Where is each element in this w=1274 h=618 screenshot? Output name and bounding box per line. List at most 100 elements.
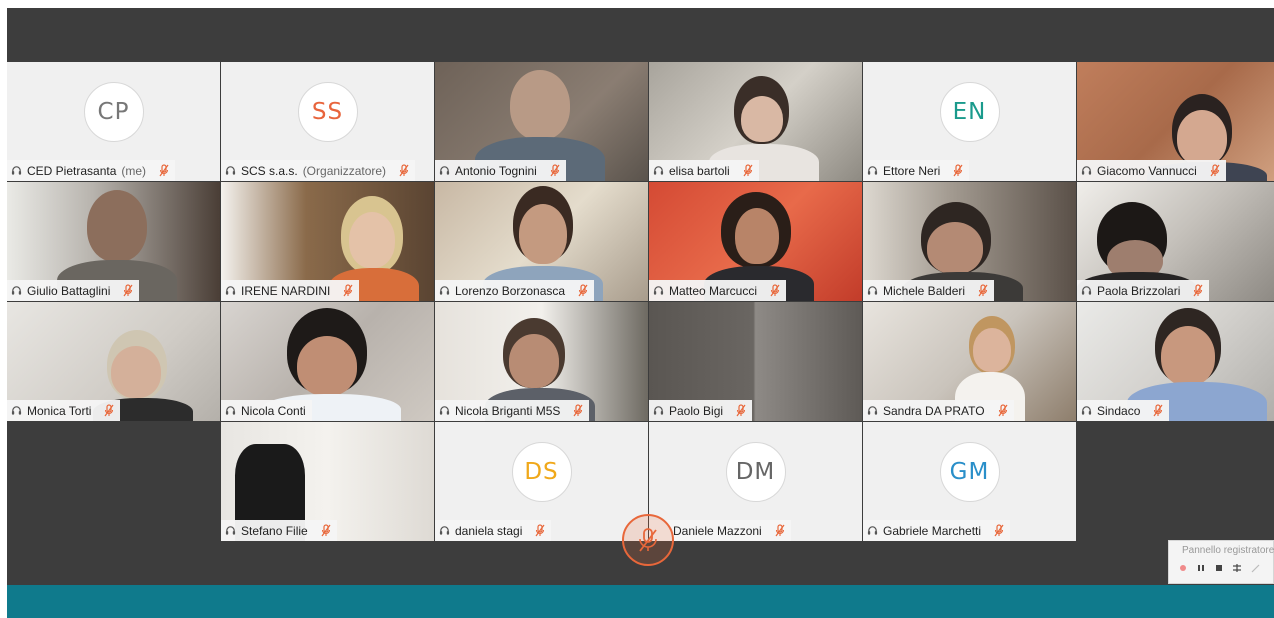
- participant-name-tag: Ettore Neri: [863, 160, 970, 181]
- participant-name-tag: Sindaco: [1077, 400, 1170, 421]
- participant-tile[interactable]: Matteo Marcucci: [649, 182, 862, 301]
- participant-tile[interactable]: Antonio Tognini: [435, 62, 648, 181]
- mute-toggle-button[interactable]: [622, 514, 674, 566]
- participant-name: Antonio Tognini: [455, 163, 537, 178]
- participant-name-tag: Sandra DA PRATO: [863, 400, 1014, 421]
- participant-tile[interactable]: Giulio Battaglini: [7, 182, 220, 301]
- headset-icon: [439, 526, 450, 535]
- participant-name-tag: Monica Torti: [7, 400, 121, 421]
- headset-icon: [439, 406, 450, 415]
- mic-off-icon: [343, 284, 353, 297]
- mic-off-icon: [321, 524, 331, 537]
- participant-tile[interactable]: Stefano Filie: [221, 422, 434, 541]
- participant-name-tag: Gabriele Marchetti: [863, 520, 1011, 541]
- participant-name-tag: SCS s.a.s. (Organizzatore): [221, 160, 416, 181]
- mic-off-icon: [573, 404, 583, 417]
- headset-icon: [867, 286, 878, 295]
- headset-icon: [653, 286, 664, 295]
- participant-name-tag: IRENE NARDINI: [221, 280, 360, 301]
- mic-off-icon: [535, 524, 545, 537]
- participant-name: elisa bartoli: [669, 163, 730, 178]
- participant-name: Paola Brizzolari: [1097, 283, 1181, 298]
- participant-name-tag: Paola Brizzolari: [1077, 280, 1210, 301]
- participant-name-tag: Michele Balderi: [863, 280, 995, 301]
- participant-tile[interactable]: DS daniela stagi: [435, 422, 648, 541]
- record-icon: [1180, 565, 1186, 571]
- participant-tile[interactable]: Paola Brizzolari: [1077, 182, 1274, 301]
- participant-name-tag: Paolo Bigi: [649, 400, 753, 421]
- participant-tile[interactable]: Giacomo Vannucci: [1077, 62, 1274, 181]
- participant-name: Monica Torti: [27, 403, 92, 418]
- headset-icon: [225, 166, 236, 175]
- participant-tile[interactable]: EN Ettore Neri: [863, 62, 1076, 181]
- headset-icon: [11, 406, 22, 415]
- participant-avatar: DS: [511, 442, 572, 502]
- participant-name: Sindaco: [1097, 403, 1141, 418]
- mic-off-icon: [639, 528, 657, 552]
- record-button[interactable]: [1177, 562, 1189, 574]
- headset-icon: [867, 166, 878, 175]
- mic-off-icon: [994, 524, 1004, 537]
- mic-off-icon: [1193, 284, 1203, 297]
- participant-tile[interactable]: SS SCS s.a.s. (Organizzatore): [221, 62, 434, 181]
- annotate-button[interactable]: [1249, 562, 1261, 574]
- participant-name: IRENE NARDINI: [241, 283, 331, 298]
- participant-role: (me): [121, 163, 147, 178]
- mic-off-icon: [399, 164, 409, 177]
- mic-off-icon: [770, 284, 780, 297]
- participant-tile[interactable]: IRENE NARDINI: [221, 182, 434, 301]
- participant-name: Daniele Mazzoni: [673, 523, 762, 538]
- participant-name-tag: Lorenzo Borzonasca: [435, 280, 595, 301]
- participant-avatar: CP: [83, 82, 144, 142]
- participant-tile[interactable]: Lorenzo Borzonasca: [435, 182, 648, 301]
- headset-icon: [11, 166, 22, 175]
- participant-name: Lorenzo Borzonasca: [455, 283, 566, 298]
- participant-name: Matteo Marcucci: [669, 283, 758, 298]
- headset-icon: [867, 406, 878, 415]
- mic-off-icon: [953, 164, 963, 177]
- headset-icon: [1081, 166, 1092, 175]
- participant-tile[interactable]: Monica Torti: [7, 302, 220, 421]
- participant-name-tag: daniela stagi: [435, 520, 552, 541]
- headset-icon: [225, 286, 236, 295]
- mic-off-icon: [123, 284, 133, 297]
- participant-name: Nicola Briganti M5S: [455, 403, 561, 418]
- participant-tile[interactable]: Michele Balderi: [863, 182, 1076, 301]
- recording-settings-button[interactable]: [1231, 562, 1243, 574]
- participant-tile[interactable]: GM Gabriele Marchetti: [863, 422, 1076, 541]
- participant-tile[interactable]: elisa bartoli: [649, 62, 862, 181]
- participant-tile[interactable]: CP CED Pietrasanta (me): [7, 62, 220, 181]
- participant-tile[interactable]: Paolo Bigi: [649, 302, 862, 421]
- participant-name-tag: Antonio Tognini: [435, 160, 566, 181]
- headset-icon: [439, 286, 450, 295]
- participant-name: Ettore Neri: [883, 163, 941, 178]
- participant-name: SCS s.a.s.: [241, 163, 298, 178]
- participant-tile[interactable]: Nicola Briganti M5S: [435, 302, 648, 421]
- participant-tile[interactable]: Sindaco: [1077, 302, 1274, 421]
- mic-off-icon: [1153, 404, 1163, 417]
- participant-name: CED Pietrasanta: [27, 163, 117, 178]
- participant-avatar: SS: [297, 82, 358, 142]
- mic-off-icon: [736, 404, 746, 417]
- mic-off-icon: [998, 404, 1008, 417]
- participant-tile[interactable]: DM Daniele Mazzoni: [649, 422, 862, 541]
- stop-icon: [1216, 565, 1222, 571]
- participant-tile[interactable]: Sandra DA PRATO: [863, 302, 1076, 421]
- participant-name: Stefano Filie: [241, 523, 308, 538]
- participant-name: daniela stagi: [455, 523, 523, 538]
- participant-avatar: GM: [939, 442, 1000, 502]
- participant-name: Michele Balderi: [883, 283, 966, 298]
- participant-name-tag: Nicola Briganti M5S: [435, 400, 590, 421]
- pause-button[interactable]: [1195, 562, 1207, 574]
- headset-icon: [439, 166, 450, 175]
- mic-off-icon: [978, 284, 988, 297]
- participant-name: Giacomo Vannucci: [1097, 163, 1197, 178]
- participant-name: Paolo Bigi: [669, 403, 724, 418]
- participant-name: Giulio Battaglini: [27, 283, 111, 298]
- participant-name-tag: elisa bartoli: [649, 160, 759, 181]
- participant-tile-active-speaker[interactable]: Nicola Conti: [221, 302, 434, 421]
- participant-name: Gabriele Marchetti: [883, 523, 982, 538]
- mic-off-icon: [775, 524, 785, 537]
- stop-button[interactable]: [1213, 562, 1225, 574]
- participant-name-tag: Giacomo Vannucci: [1077, 160, 1226, 181]
